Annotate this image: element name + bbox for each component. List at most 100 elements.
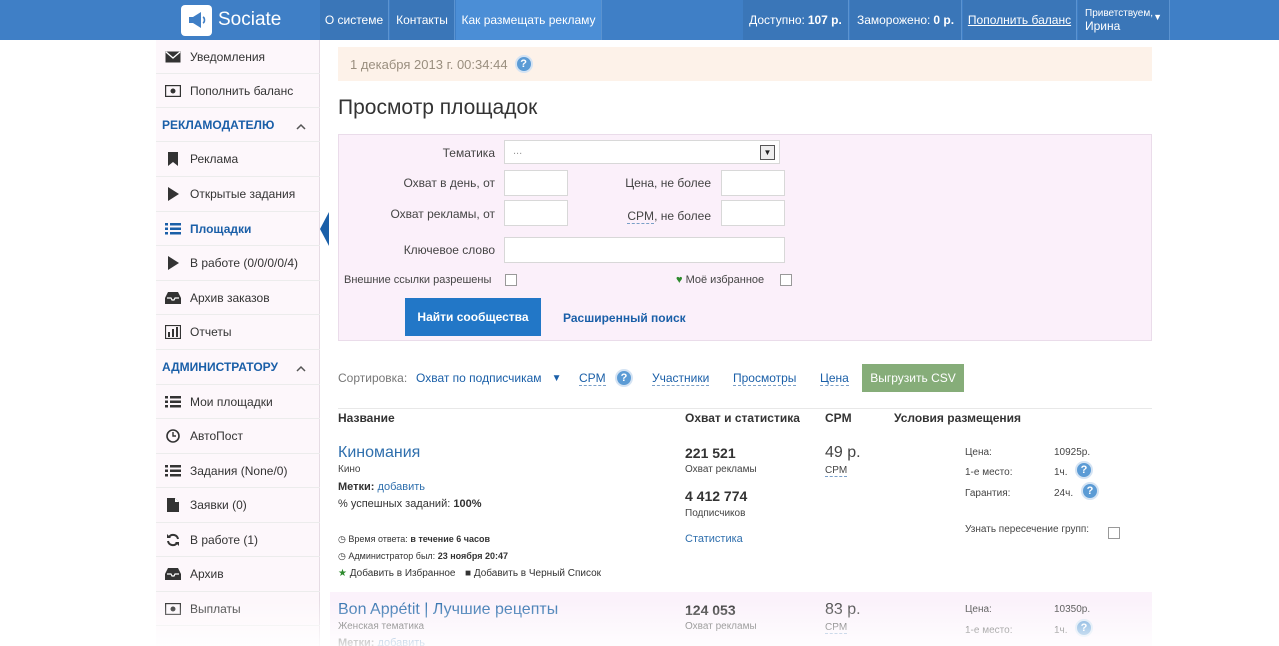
first-place-help[interactable]: ?: [1075, 461, 1093, 479]
admin-last-seen: ◷ Администратор был: 23 ноября 20:47: [338, 551, 508, 561]
sort-by-subscribers[interactable]: Охват по подписчикам ▼: [416, 365, 561, 391]
greeting-text: Приветствуем,: [1085, 7, 1154, 19]
sidebar-item-topup[interactable]: Пополнить баланс: [156, 74, 320, 108]
nav-how-to[interactable]: Как размещать рекламу: [456, 0, 602, 40]
sort-members[interactable]: Участники: [652, 365, 710, 391]
money-icon: [165, 602, 181, 616]
nav-about[interactable]: О системе: [320, 0, 389, 40]
guarantee-label: Гарантия:: [965, 488, 1011, 499]
add-blacklist-link[interactable]: ■ Добавить в Черный Список: [465, 568, 601, 579]
help-icon[interactable]: ?: [514, 55, 533, 73]
keyword-input[interactable]: [504, 237, 785, 263]
sort-views[interactable]: Просмотры: [733, 365, 797, 391]
sort-cpm[interactable]: CPM: [579, 365, 606, 391]
cpm-value: 83 р.: [825, 601, 861, 618]
external-links-checkbox[interactable]: [505, 274, 517, 286]
money-icon: [165, 84, 181, 98]
topic-select[interactable]: ... ▼: [504, 140, 780, 164]
reach-ad-input[interactable]: [504, 200, 568, 226]
nav-contacts[interactable]: Контакты: [390, 0, 455, 40]
reach-day-input[interactable]: [504, 170, 568, 196]
guarantee-value: 24ч.: [1054, 488, 1074, 499]
help-icon[interactable]: ?: [615, 369, 633, 387]
sidebar-item-autopost[interactable]: АвтоПост: [156, 419, 320, 454]
sort-help[interactable]: ?: [615, 365, 633, 391]
filter-panel: Тематика ... ▼ Охват в день, от Цена, не…: [338, 134, 1152, 341]
price-input[interactable]: [721, 170, 785, 196]
inbox-icon: [165, 567, 181, 581]
sidebar-item-platforms[interactable]: Площадки: [156, 212, 329, 246]
help-icon[interactable]: ?: [1075, 461, 1093, 479]
user-name: Ирина: [1085, 18, 1121, 33]
find-communities-button[interactable]: Найти сообщества: [405, 298, 541, 336]
export-csv-button[interactable]: Выгрузить CSV: [862, 364, 964, 392]
chevron-up-icon: [296, 119, 306, 133]
first-place-label: 1-е место:: [965, 625, 1013, 636]
heart-icon: ♥: [676, 274, 683, 286]
sort-price[interactable]: Цена: [820, 365, 849, 391]
sidebar-item-ads[interactable]: Реклама: [156, 142, 320, 177]
balance-available: Доступно: 107 р.: [743, 0, 849, 40]
cpm-input[interactable]: [721, 200, 785, 226]
community-category: Женская тематика: [338, 621, 425, 632]
price-value: 10350р.: [1054, 604, 1091, 615]
logo[interactable]: Sociate: [181, 4, 281, 36]
sort-desc-icon: ▼: [551, 372, 562, 384]
reach-value: 124 053: [685, 602, 736, 618]
add-favorites-link[interactable]: ★ Добавить в Избранное: [338, 568, 456, 579]
sidebar-item-archive[interactable]: Архив: [156, 557, 320, 592]
inbox-icon: [165, 291, 181, 305]
table-divider: [338, 408, 1152, 409]
first-place-value: 1ч.: [1054, 467, 1068, 478]
chevron-up-icon: [296, 361, 306, 375]
chevron-down-icon: ▼: [1153, 12, 1162, 22]
community-name-link[interactable]: Киномания: [338, 444, 420, 462]
sidebar-item-admin-in-work[interactable]: В работе (1): [156, 523, 320, 557]
clock-icon: [165, 429, 181, 443]
sidebar-item-reports[interactable]: Отчеты: [156, 315, 320, 350]
sidebar-item-payouts[interactable]: Выплаты: [156, 592, 320, 626]
sort-label: Сортировка:: [338, 371, 408, 385]
advanced-search-link[interactable]: Расширенный поиск: [563, 311, 686, 325]
sidebar-item-open-tasks[interactable]: Открытые задания: [156, 177, 320, 212]
favorites-checkbox[interactable]: [780, 274, 792, 286]
sidebar-item-my-platforms[interactable]: Мои площадки: [156, 385, 320, 419]
guarantee-help[interactable]: ?: [1081, 482, 1099, 500]
user-menu[interactable]: Приветствуем, Ирина ▼: [1078, 0, 1170, 40]
reach-ad-label: Охват рекламы, от: [390, 207, 495, 221]
bar-chart-icon: [165, 325, 181, 339]
sidebar-item-requests[interactable]: Заявки (0): [156, 488, 320, 523]
sidebar-item-in-work[interactable]: В работе (0/0/0/0/4): [156, 246, 320, 281]
column-header-cpm: CPM: [825, 411, 852, 425]
topup-link[interactable]: Пополнить баланс: [963, 0, 1077, 40]
play-icon: [165, 187, 181, 201]
first-place-label: 1-е место:: [965, 467, 1013, 478]
column-header-conditions: Условия размещения: [894, 411, 1022, 425]
document-icon: [165, 498, 181, 512]
cpm-caption: CPM: [825, 465, 848, 477]
sidebar-section-advertiser[interactable]: РЕКЛАМОДАТЕЛЮ: [156, 108, 320, 142]
list-icon: [165, 222, 181, 236]
sidebar-item-tasks[interactable]: Задания (None/0): [156, 454, 320, 488]
subscribers-value: 4 412 774: [685, 488, 748, 504]
add-tag-link[interactable]: добавить: [378, 637, 425, 646]
first-place-help[interactable]: ?: [1075, 619, 1093, 637]
date-bar: 1 декабря 2013 г. 00:34:44 ?: [338, 47, 1152, 81]
success-rate: % успешных заданий: 100%: [338, 498, 482, 510]
statistics-link[interactable]: Статистика: [685, 533, 743, 545]
balance-frozen: Заморожено: 0 р.: [850, 0, 962, 40]
price-label: Цена, не более: [625, 176, 711, 190]
add-tag-link[interactable]: добавить: [378, 481, 425, 493]
first-place-value: 1ч.: [1054, 625, 1068, 636]
sidebar-section-admin[interactable]: АДМИНИСТРАТОРУ: [156, 350, 320, 385]
help-icon[interactable]: ?: [1081, 482, 1099, 500]
community-name-link[interactable]: Bon Appétit | Лучшие рецепты: [338, 601, 558, 619]
list-icon: [165, 464, 181, 478]
help-icon[interactable]: ?: [1075, 619, 1093, 637]
sidebar-item-notifications[interactable]: Уведомления: [156, 40, 320, 74]
list-icon: [165, 395, 181, 409]
intersection-checkbox[interactable]: [1108, 527, 1120, 539]
top-bar: Sociate О системе Контакты Как размещать…: [0, 0, 1279, 40]
favorites-filter: ♥ Моё избранное: [676, 274, 765, 286]
sidebar-item-orders-archive[interactable]: Архив заказов: [156, 281, 320, 315]
